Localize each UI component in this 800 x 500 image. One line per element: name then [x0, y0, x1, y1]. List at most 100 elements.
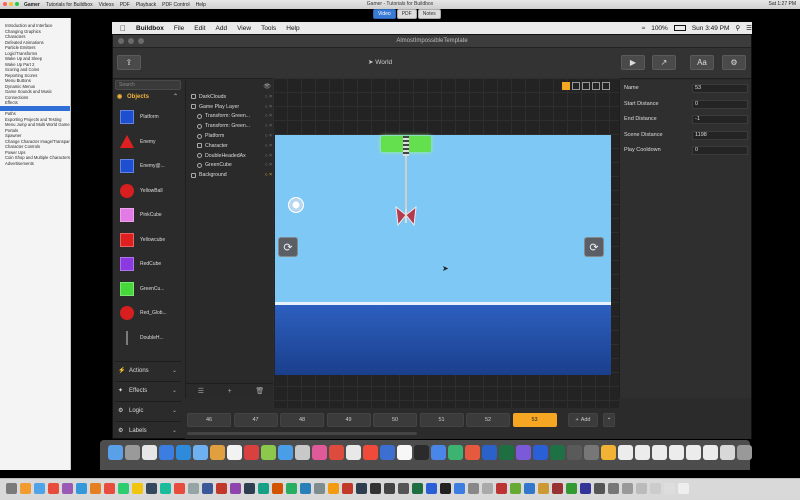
taskbar-app-icon[interactable]	[272, 483, 283, 494]
dock-app-icon[interactable]	[618, 445, 633, 460]
dock-app-icon[interactable]	[414, 445, 429, 460]
scene-thumbnail[interactable]: 51	[419, 413, 464, 427]
object-item[interactable]: GreenCu...	[115, 277, 179, 302]
viewer-menu-pdf[interactable]: PDF	[120, 2, 130, 8]
taskbar-app-icon[interactable]	[342, 483, 353, 494]
dock-app-icon[interactable]	[346, 445, 361, 460]
layer-visibility-icon[interactable]: ○ ×	[265, 153, 272, 159]
taskbar-app-icon[interactable]	[440, 483, 451, 494]
settings-button[interactable]: ⚙	[722, 55, 746, 70]
taskbar-app-icon[interactable]	[468, 483, 479, 494]
world-breadcrumb[interactable]: ➤ World	[368, 58, 392, 66]
dock-app-icon[interactable]	[533, 445, 548, 460]
dock-app-icon[interactable]	[142, 445, 157, 460]
rotate-left-button[interactable]: ⟳	[278, 237, 298, 257]
grid-snap-icon[interactable]	[562, 82, 570, 90]
category-logic[interactable]: ⚙ Logic ⌄	[115, 401, 181, 419]
taskbar-app-icon[interactable]	[510, 483, 521, 494]
add-scene-button[interactable]: + Add	[568, 413, 598, 427]
taskbar-app-icon[interactable]	[90, 483, 101, 494]
rotate-right-button[interactable]: ⟳	[584, 237, 604, 257]
menu-help[interactable]: Help	[286, 25, 299, 32]
dock-app-icon[interactable]	[295, 445, 310, 460]
layer-visibility-icon[interactable]: ○ ×	[265, 123, 272, 129]
object-item[interactable]: Yellowcube	[115, 228, 179, 253]
scene-thumbnail[interactable]: 46	[187, 413, 231, 427]
dock-app-icon[interactable]	[431, 445, 446, 460]
viewer-menu-tutorials[interactable]: Tutorials for Buildbox	[46, 2, 93, 8]
layer-visibility-icon[interactable]: ○ ×	[265, 172, 272, 178]
lesson-item[interactable]: Advertisements	[0, 161, 70, 167]
dock-app-icon[interactable]	[567, 445, 582, 460]
dock-app-icon[interactable]	[278, 445, 293, 460]
dock-app-icon[interactable]	[601, 445, 616, 460]
taskbar-app-icon[interactable]	[244, 483, 255, 494]
category-actions[interactable]: ⚡ Actions ⌄	[115, 361, 181, 379]
taskbar-app-icon[interactable]	[216, 483, 227, 494]
tab-video[interactable]: Video	[373, 9, 396, 19]
taskbar-app-icon[interactable]	[678, 483, 689, 494]
scene-thumbnail[interactable]: 49	[326, 413, 371, 427]
taskbar-app-icon[interactable]	[20, 483, 31, 494]
layer-row[interactable]: Transform: Green... ○ ×	[188, 121, 274, 131]
taskbar-app-icon[interactable]	[384, 483, 395, 494]
crop-icon[interactable]	[572, 82, 580, 90]
viewer-menu-help[interactable]: Help	[196, 2, 206, 8]
character-object[interactable]	[288, 197, 304, 213]
dock-app-icon[interactable]	[550, 445, 565, 460]
layer-row[interactable]: Game Play Layer ○ ×	[188, 102, 274, 112]
dock-app-icon[interactable]	[652, 445, 667, 460]
taskbar-app-icon[interactable]	[412, 483, 423, 494]
scene-scrollbar[interactable]	[187, 432, 417, 435]
viewer-menu-pdf-control[interactable]: PDF Control	[162, 2, 190, 8]
scene-thumbnail[interactable]: 52	[466, 413, 510, 427]
object-item[interactable]: Enemy@...	[115, 154, 179, 179]
dock-app-icon[interactable]	[108, 445, 123, 460]
object-item[interactable]: Red_Glob...	[115, 301, 179, 326]
dock-app-icon[interactable]	[703, 445, 718, 460]
layer-row[interactable]: Platform ○ ×	[188, 131, 274, 141]
layer-row[interactable]: Background ○ ×	[188, 170, 274, 180]
taskbar-app-icon[interactable]	[328, 483, 339, 494]
taskbar-app-icon[interactable]	[6, 483, 17, 494]
property-field[interactable]: 1198	[692, 130, 748, 140]
category-labels[interactable]: ⚙ Labels ⌄	[115, 421, 181, 439]
dock-app-icon[interactable]	[465, 445, 480, 460]
object-item[interactable]: PinkCube	[115, 203, 179, 228]
viewer-menu-playback[interactable]: Playback	[136, 2, 156, 8]
taskbar-app-icon[interactable]	[76, 483, 87, 494]
object-item[interactable]: RedCube	[115, 252, 179, 277]
layer-row[interactable]: GreenCube ○ ×	[188, 161, 274, 171]
dock-app-icon[interactable]	[448, 445, 463, 460]
layer-visibility-icon[interactable]: ○ ×	[265, 162, 272, 168]
taskbar-app-icon[interactable]	[34, 483, 45, 494]
taskbar-app-icon[interactable]	[496, 483, 507, 494]
dock-app-icon[interactable]	[397, 445, 412, 460]
tab-notes[interactable]: Notes	[417, 9, 441, 19]
property-field[interactable]: 0	[692, 99, 748, 109]
taskbar-app-icon[interactable]	[300, 483, 311, 494]
dock-app-icon[interactable]	[516, 445, 531, 460]
taskbar-app-icon[interactable]	[160, 483, 171, 494]
taskbar-app-icon[interactable]	[482, 483, 493, 494]
taskbar-app-icon[interactable]	[104, 483, 115, 494]
taskbar-app-icon[interactable]	[356, 483, 367, 494]
dock-app-icon[interactable]	[125, 445, 140, 460]
play-button[interactable]: ▶	[621, 55, 645, 70]
objects-header[interactable]: ◉ Objects ⌃	[115, 92, 181, 102]
battery-icon[interactable]	[673, 25, 686, 31]
trash-icon[interactable]: 🗑	[255, 387, 264, 395]
taskbar-app-icon[interactable]	[538, 483, 549, 494]
menu-tools[interactable]: Tools	[261, 25, 276, 32]
lock-icon[interactable]	[582, 82, 590, 90]
dock-app-icon[interactable]	[482, 445, 497, 460]
dock-app-icon[interactable]	[686, 445, 701, 460]
taskbar-app-icon[interactable]	[552, 483, 563, 494]
lesson-item[interactable]: Coin Shop and Multiple Characters	[0, 155, 70, 161]
taskbar-app-icon[interactable]	[636, 483, 647, 494]
dock-app-icon[interactable]	[227, 445, 242, 460]
taskbar-app-icon[interactable]	[664, 483, 675, 494]
search-icon[interactable]: ⚲	[735, 24, 740, 32]
layer-visibility-icon[interactable]: ○ ×	[265, 94, 272, 100]
dock-app-icon[interactable]	[176, 445, 191, 460]
